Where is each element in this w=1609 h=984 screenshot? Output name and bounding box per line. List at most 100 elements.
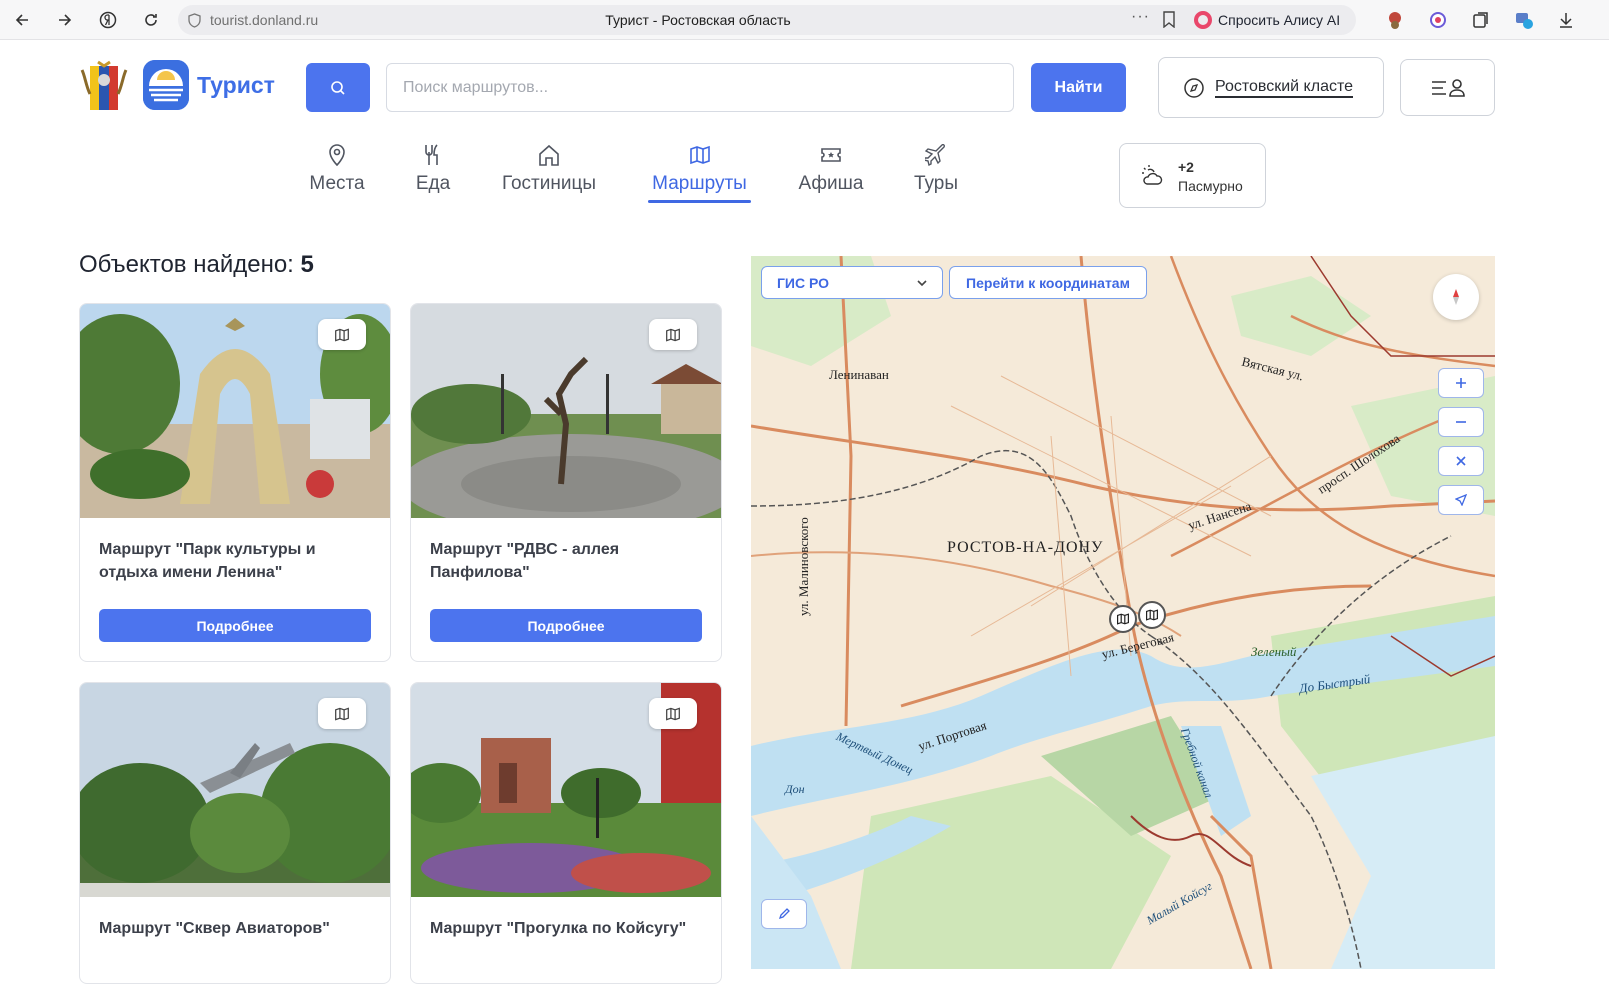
extension-avatar-icon[interactable] bbox=[1385, 10, 1405, 30]
route-map-tag[interactable] bbox=[318, 319, 366, 350]
details-button[interactable]: Подробнее bbox=[430, 609, 702, 642]
close-icon bbox=[1456, 456, 1466, 466]
category-tours[interactable]: Туры bbox=[911, 142, 961, 195]
ticket-icon bbox=[798, 142, 864, 168]
cloud-sun-icon bbox=[1142, 165, 1163, 185]
compass-needle-icon bbox=[1453, 289, 1459, 305]
route-photo[interactable] bbox=[411, 683, 721, 897]
yandex-icon[interactable] bbox=[96, 8, 120, 32]
collections-icon[interactable] bbox=[1471, 10, 1491, 30]
results-count: Объектов найдено: 5 bbox=[79, 251, 314, 279]
house-icon bbox=[497, 142, 601, 168]
chevron-down-icon bbox=[917, 280, 927, 287]
route-map-tag[interactable] bbox=[318, 698, 366, 729]
download-icon[interactable] bbox=[1556, 10, 1576, 30]
route-title[interactable]: Маршрут "Парк культуры и отдыха имени Ле… bbox=[80, 518, 390, 604]
results-number: 5 bbox=[300, 251, 314, 278]
plane-icon bbox=[911, 142, 961, 168]
fork-knife-icon bbox=[412, 142, 454, 168]
route-marker[interactable] bbox=[1109, 605, 1137, 633]
route-title[interactable]: Маршрут "Прогулка по Койсугу" bbox=[411, 897, 721, 983]
address-bar[interactable]: tourist.donland.ru Турист - Ростовская о… bbox=[178, 5, 1218, 35]
route-card[interactable]: Маршрут "РДВС - аллея Панфилова" Подробн… bbox=[410, 303, 722, 662]
map-pin-icon bbox=[305, 142, 369, 168]
menu-user-icon bbox=[1431, 78, 1465, 97]
results-label: Объектов найдено: bbox=[79, 251, 294, 278]
category-label: Маршруты bbox=[652, 173, 747, 194]
route-photo[interactable] bbox=[411, 304, 721, 518]
map-label-city: РОСТОВ-НА-ДОНУ bbox=[947, 539, 1104, 556]
extension-target-icon[interactable] bbox=[1428, 10, 1448, 30]
category-hotels[interactable]: Гостиницы bbox=[497, 142, 601, 195]
compass-control[interactable] bbox=[1433, 274, 1479, 320]
category-label: Гостиницы bbox=[501, 173, 597, 194]
back-icon[interactable] bbox=[10, 8, 34, 32]
plus-icon bbox=[1456, 378, 1466, 388]
weather-widget[interactable]: +2 Пасмурно bbox=[1119, 143, 1266, 208]
category-label: Места bbox=[309, 173, 365, 194]
route-title[interactable]: Маршрут "РДВС - аллея Панфилова" bbox=[411, 518, 721, 604]
map-label-malinovskogo: ул. Малиновского bbox=[796, 517, 811, 616]
zoom-out-button[interactable] bbox=[1438, 407, 1484, 437]
map-icon bbox=[335, 328, 349, 341]
search-icon bbox=[331, 80, 345, 95]
weather-temp: +2 bbox=[1178, 159, 1194, 175]
route-marker[interactable] bbox=[1138, 601, 1166, 629]
route-photo[interactable] bbox=[80, 683, 390, 897]
route-photo[interactable] bbox=[80, 304, 390, 518]
find-button[interactable]: Найти bbox=[1031, 63, 1126, 112]
route-map-tag[interactable] bbox=[649, 319, 697, 350]
route-map-tag[interactable] bbox=[649, 698, 697, 729]
compass-icon bbox=[1184, 77, 1204, 98]
alice-label: Спросить Алису AI bbox=[1218, 12, 1341, 28]
details-button[interactable]: Подробнее bbox=[99, 609, 371, 642]
weather-desc: Пасмурно bbox=[1178, 178, 1243, 194]
minus-icon bbox=[1456, 421, 1466, 423]
search-button[interactable] bbox=[306, 63, 370, 112]
category-places[interactable]: Места bbox=[305, 142, 369, 195]
site-logo-text[interactable]: Турист bbox=[197, 72, 275, 99]
draw-button[interactable] bbox=[761, 899, 807, 929]
route-card[interactable]: Маршрут "Прогулка по Койсугу" bbox=[410, 682, 722, 984]
map-label-zeleny: Зеленый bbox=[1251, 644, 1297, 659]
goto-coordinates-button[interactable]: Перейти к координатам bbox=[949, 266, 1147, 299]
region-crest-logo[interactable] bbox=[80, 60, 128, 112]
reload-icon[interactable] bbox=[139, 8, 163, 32]
category-label: Афиша bbox=[798, 173, 864, 194]
locate-button[interactable] bbox=[1438, 485, 1484, 515]
map-icon bbox=[666, 707, 680, 720]
category-routes[interactable]: Маршруты bbox=[648, 142, 751, 203]
pencil-icon bbox=[778, 908, 790, 920]
bookmark-icon[interactable] bbox=[1162, 11, 1176, 28]
browser-toolbar: tourist.donland.ru Турист - Ростовская о… bbox=[0, 0, 1609, 40]
route-card[interactable]: Маршрут "Парк культуры и отдыха имени Ле… bbox=[79, 303, 391, 662]
map-icon bbox=[335, 707, 349, 720]
forward-icon[interactable] bbox=[53, 8, 77, 32]
map-layer-label: ГИС РО bbox=[777, 274, 830, 291]
cluster-selector[interactable]: Ростовский класте bbox=[1158, 57, 1384, 118]
category-food[interactable]: Еда bbox=[412, 142, 454, 195]
alice-icon bbox=[1194, 11, 1212, 29]
navigation-icon bbox=[1455, 494, 1467, 506]
reset-button[interactable] bbox=[1438, 446, 1484, 476]
more-icon[interactable]: ··· bbox=[1131, 8, 1150, 26]
account-icon[interactable] bbox=[1514, 10, 1534, 30]
tab-title: Турист - Ростовская область bbox=[605, 12, 791, 28]
alice-button[interactable]: Спросить Алису AI bbox=[1188, 5, 1356, 35]
category-label: Туры bbox=[913, 173, 959, 194]
search-input[interactable] bbox=[386, 63, 1014, 112]
zoom-in-button[interactable] bbox=[1438, 368, 1484, 398]
site-logo[interactable] bbox=[143, 60, 189, 110]
menu-profile-button[interactable] bbox=[1400, 59, 1495, 116]
active-tab-underline bbox=[648, 200, 751, 203]
map-icon bbox=[666, 328, 680, 341]
category-events[interactable]: Афиша bbox=[798, 142, 864, 195]
map-label-don: Дон bbox=[785, 782, 805, 796]
category-label: Еда bbox=[415, 173, 451, 194]
map-icon bbox=[1146, 609, 1158, 621]
route-title[interactable]: Маршрут "Сквер Авиаторов" bbox=[80, 897, 390, 983]
map-layer-select[interactable]: ГИС РО bbox=[761, 266, 943, 299]
route-card[interactable]: Маршрут "Сквер Авиаторов" bbox=[79, 682, 391, 984]
cluster-label: Ростовский класте bbox=[1215, 78, 1354, 98]
map-view[interactable]: РОСТОВ-НА-ДОНУ Ленинаван Вятская ул. про… bbox=[751, 256, 1495, 969]
